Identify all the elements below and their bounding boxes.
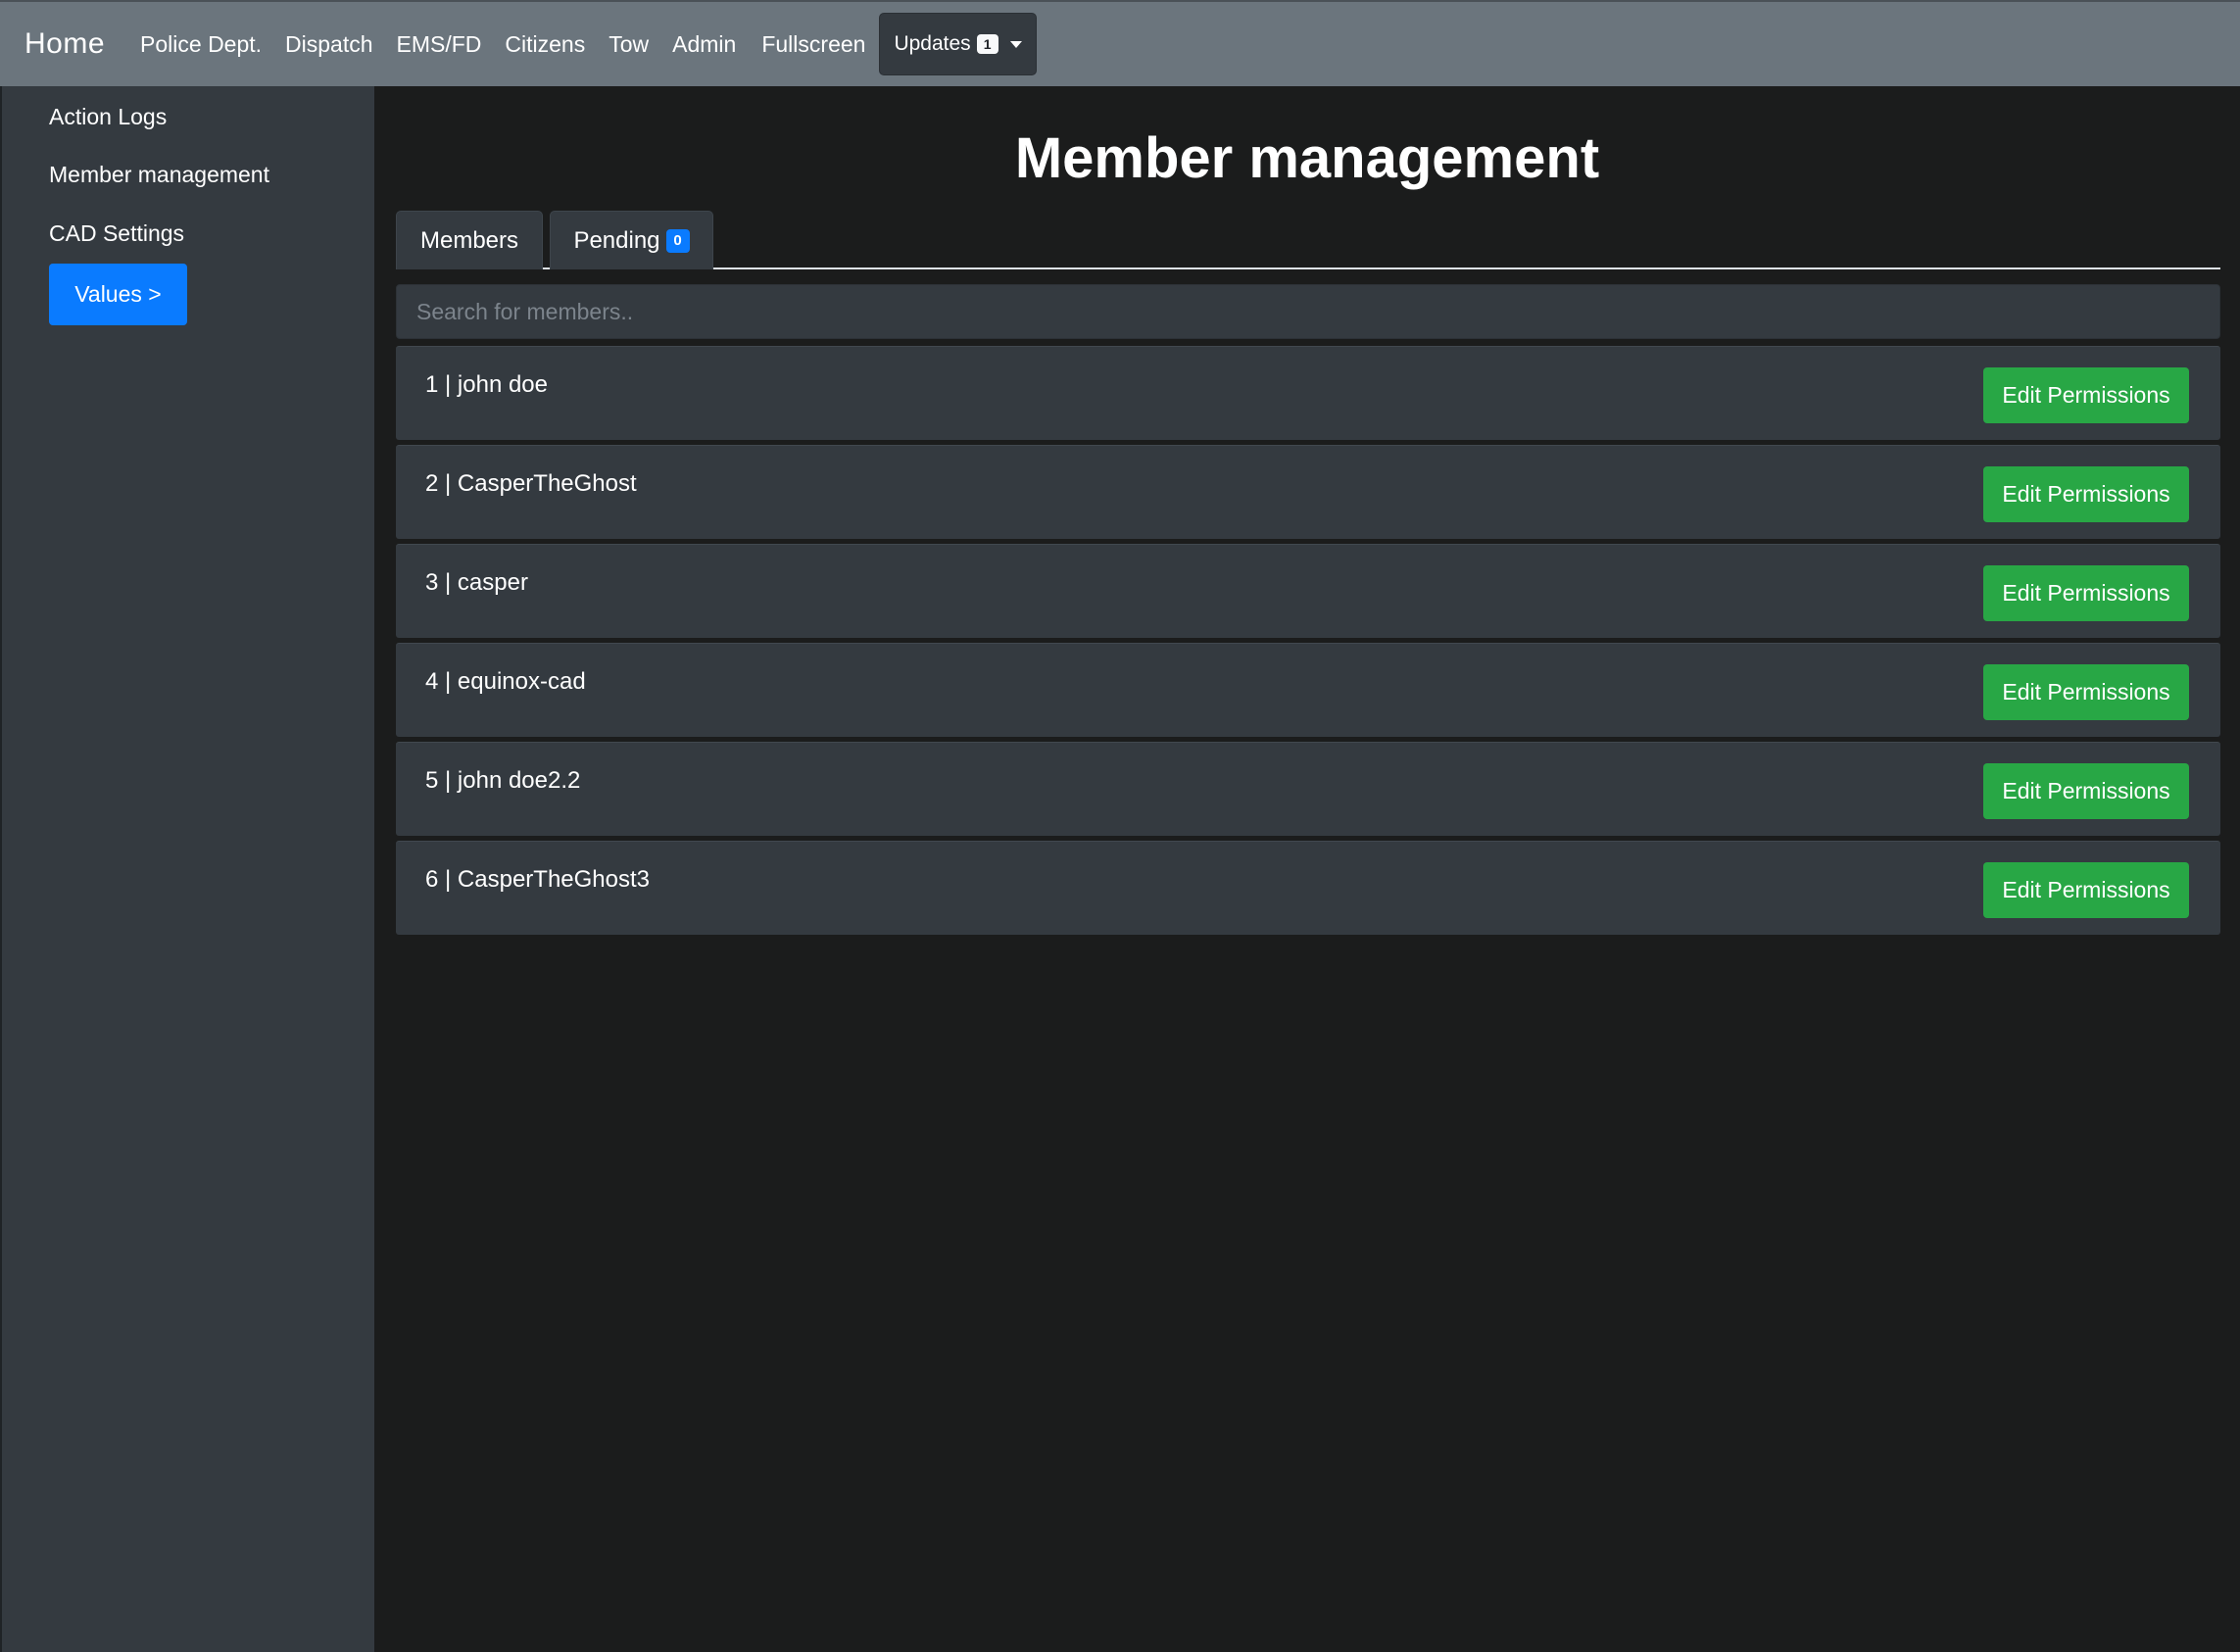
nav-link-admin[interactable]: Admin [672, 31, 736, 58]
sidebar-item-member-management[interactable]: Member management [49, 162, 269, 188]
updates-dropdown-button[interactable]: Updates 1 [879, 13, 1037, 75]
member-label: 5 | john doe2.2 [425, 767, 581, 794]
edit-permissions-button[interactable]: Edit Permissions [1983, 466, 2189, 522]
edit-permissions-button[interactable]: Edit Permissions [1983, 862, 2189, 918]
sidebar-item-action-logs[interactable]: Action Logs [49, 104, 167, 130]
list-item: 3 | casper Edit Permissions [396, 544, 2220, 638]
updates-count-badge: 1 [976, 34, 998, 54]
edit-permissions-button[interactable]: Edit Permissions [1983, 367, 2189, 423]
pending-count-badge: 0 [665, 228, 690, 253]
list-item: 4 | equinox-cad Edit Permissions [396, 643, 2220, 737]
edit-permissions-button[interactable]: Edit Permissions [1983, 565, 2189, 621]
nav-link-citizens[interactable]: Citizens [505, 31, 585, 58]
sidebar: Action Logs Member management CAD Settin… [0, 86, 374, 1652]
main-content: Member management Members Pending 0 1 | … [374, 86, 2240, 1652]
top-navbar: Home Police Dept. Dispatch EMS/FD Citize… [0, 0, 2240, 86]
member-label: 3 | casper [425, 569, 528, 596]
tab-members-label: Members [419, 226, 519, 254]
member-label: 2 | CasperTheGhost [425, 470, 637, 497]
list-item: 2 | CasperTheGhost Edit Permissions [396, 445, 2220, 539]
updates-label: Updates [894, 32, 971, 55]
list-item: 6 | CasperTheGhost3 Edit Permissions [396, 841, 2220, 935]
member-label: 6 | CasperTheGhost3 [425, 866, 651, 893]
nav-link-police-dept[interactable]: Police Dept. [140, 31, 262, 58]
nav-link-dispatch[interactable]: Dispatch [285, 31, 372, 58]
chevron-down-icon [1009, 40, 1022, 48]
search-members-input[interactable] [396, 284, 2220, 339]
member-label: 1 | john doe [425, 371, 549, 398]
sidebar-item-cad-settings[interactable]: CAD Settings [49, 220, 184, 247]
member-list: 1 | john doe Edit Permissions 2 | Casper… [396, 346, 2220, 940]
tab-pending[interactable]: Pending 0 [550, 211, 713, 269]
tab-pending-label: Pending [573, 226, 660, 254]
edit-permissions-button[interactable]: Edit Permissions [1983, 763, 2189, 819]
nav-link-fullscreen[interactable]: Fullscreen [761, 31, 865, 58]
home-link[interactable]: Home [24, 27, 105, 61]
nav-link-tow[interactable]: Tow [609, 31, 649, 58]
nav-link-ems-fd[interactable]: EMS/FD [397, 31, 482, 58]
values-button[interactable]: Values > [49, 264, 187, 325]
edit-permissions-button[interactable]: Edit Permissions [1983, 664, 2189, 720]
list-item: 1 | john doe Edit Permissions [396, 346, 2220, 440]
member-label: 4 | equinox-cad [425, 668, 586, 695]
tab-members[interactable]: Members [396, 211, 543, 269]
page-title: Member management [1014, 126, 1600, 190]
list-item: 5 | john doe2.2 Edit Permissions [396, 742, 2220, 836]
